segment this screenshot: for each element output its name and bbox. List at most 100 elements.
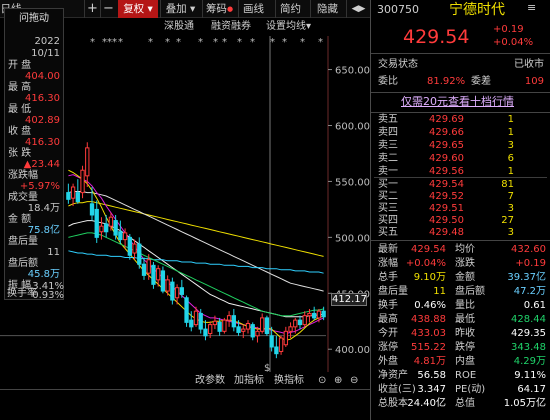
- candle-body: [307, 312, 312, 317]
- settings-icon[interactable]: ⊙: [318, 374, 326, 388]
- margin-toggle[interactable]: 融资融券: [211, 19, 251, 35]
- candle-body: [193, 310, 199, 326]
- bid-price: 429.48: [429, 227, 464, 238]
- candle-body: [127, 236, 132, 256]
- adjust-dropdown[interactable]: 复权 ▾: [118, 0, 158, 18]
- bid-label: 买五: [378, 227, 398, 238]
- edit-params-button[interactable]: 改参数: [195, 374, 225, 388]
- stat-label: ROE: [455, 370, 477, 381]
- bid-volume: 7: [507, 191, 514, 202]
- event-marker: ***: [102, 37, 117, 48]
- ask-price: 429.69: [429, 114, 464, 125]
- overlay-dropdown[interactable]: 叠加 ▾: [160, 0, 200, 18]
- stat-value: 9.10万: [413, 272, 446, 283]
- candle-body: [141, 263, 147, 276]
- candle-body: [94, 208, 99, 238]
- event-marker: *: [176, 37, 181, 48]
- stat-value: 3.347: [417, 384, 446, 395]
- zoom-in-icon[interactable]: ⊕: [334, 374, 342, 388]
- hk-connect-toggle[interactable]: 深股通: [164, 19, 194, 35]
- stat-value: 429.35: [511, 328, 546, 339]
- event-marker: *: [318, 37, 323, 48]
- event-marker: *: [282, 37, 287, 48]
- stat-value: 438.88: [411, 314, 446, 325]
- divider: [374, 177, 547, 178]
- ask-price: 429.66: [429, 127, 464, 138]
- zoom-out-icon[interactable]: ⊖: [350, 374, 358, 388]
- divider: [371, 240, 550, 241]
- stat-label: 涨跌: [455, 258, 475, 269]
- candle-body: [184, 297, 189, 323]
- quote-panel: 300750 宁德时代 ≡ 429.54 +0.19 +0.04% 交易状态 已…: [370, 0, 550, 420]
- candle-body: [260, 317, 265, 332]
- moving-average-line: [68, 232, 324, 317]
- ask-label: 卖二: [378, 153, 398, 164]
- stat-value: 0.46%: [414, 300, 446, 311]
- ratio-label: 委比: [378, 76, 398, 87]
- candle-body: [118, 231, 123, 241]
- candle-info-box[interactable]: 问拖动 2022 10/11 开 盘 404.00 最 高 416.30 最 低…: [4, 8, 64, 300]
- kline-chart-panel[interactable]: 日线 + − 复权 ▾ 叠加 ▾ 筹码● 画线 简约 隐藏 ◀▶ 深股通 融资融…: [0, 0, 370, 420]
- bid-label: 买二: [378, 191, 398, 202]
- draw-line-button[interactable]: 画线: [238, 0, 268, 18]
- ask-volume: 1: [507, 127, 514, 138]
- stock-code: 300750: [377, 3, 419, 16]
- candle-body: [316, 310, 322, 319]
- ma-settings-label: 设置均线: [266, 21, 306, 32]
- switch-indicator-link[interactable]: 换指标: [274, 374, 304, 388]
- candle-body: [222, 319, 227, 332]
- candle-body: [231, 315, 236, 328]
- simple-button[interactable]: 简约: [275, 0, 305, 18]
- remove-indicator-button[interactable]: −: [100, 0, 116, 18]
- candle-body: [283, 330, 288, 346]
- add-indicator-button[interactable]: +: [84, 0, 100, 18]
- candle-body: [66, 192, 71, 200]
- bid-price: 429.54: [429, 179, 464, 190]
- y-tick-label: 400.00: [335, 345, 370, 356]
- candle-body: [85, 147, 90, 177]
- bid-label: 买一: [378, 179, 398, 190]
- ma-settings-button[interactable]: 设置均线▾: [266, 19, 311, 35]
- stat-value: 9.11%: [514, 370, 546, 381]
- event-marker: *: [90, 37, 95, 48]
- hide-button[interactable]: 隐藏: [310, 0, 344, 18]
- info-header: 问拖动: [19, 13, 49, 24]
- candle-body: [113, 220, 118, 236]
- stat-value: +0.04%: [405, 258, 446, 269]
- after-vol-label: 盘后量: [8, 236, 38, 247]
- menu-icon[interactable]: ≡: [527, 2, 536, 14]
- stat-label: 总值: [455, 398, 475, 409]
- stat-label: 总手: [378, 272, 398, 283]
- stat-value: 1.05万亿: [503, 398, 546, 409]
- level2-banner-link[interactable]: 仅需20元查看十档行情: [401, 96, 514, 108]
- candle-body: [208, 324, 213, 335]
- notification-dot-icon: ●: [226, 5, 234, 13]
- event-marker: *: [198, 37, 203, 48]
- candle-body: [174, 287, 180, 299]
- candle-body: [236, 326, 241, 333]
- candle-body: [245, 322, 251, 330]
- chips-button[interactable]: 筹码●: [202, 0, 236, 18]
- price-change-pct: +0.04%: [493, 37, 534, 48]
- after-vol-value: 11: [47, 247, 60, 258]
- candle-body: [165, 279, 170, 292]
- candle-body: [132, 243, 137, 254]
- add-indicator-link[interactable]: 加指标: [234, 374, 264, 388]
- stat-value: 515.22: [411, 342, 446, 353]
- event-marker: *: [118, 37, 123, 48]
- info-date: 10/11: [31, 48, 60, 59]
- stat-value: 433.03: [411, 328, 446, 339]
- stat-label: 涨幅: [378, 258, 398, 269]
- ask-label: 卖五: [378, 114, 398, 125]
- candle-body: [146, 259, 151, 274]
- ask-volume: 3: [507, 140, 514, 151]
- candle-body: [302, 315, 307, 326]
- bid-volume: 27: [501, 215, 514, 226]
- stat-value: 39.37亿: [507, 272, 546, 283]
- scroll-arrows-icon[interactable]: ◀▶: [346, 0, 370, 18]
- divider: [371, 92, 550, 93]
- stat-label: 盘后额: [455, 286, 485, 297]
- indicator-pane[interactable]: [0, 389, 370, 420]
- stat-label: 盘后量: [378, 286, 408, 297]
- stat-value: 64.17: [517, 384, 546, 395]
